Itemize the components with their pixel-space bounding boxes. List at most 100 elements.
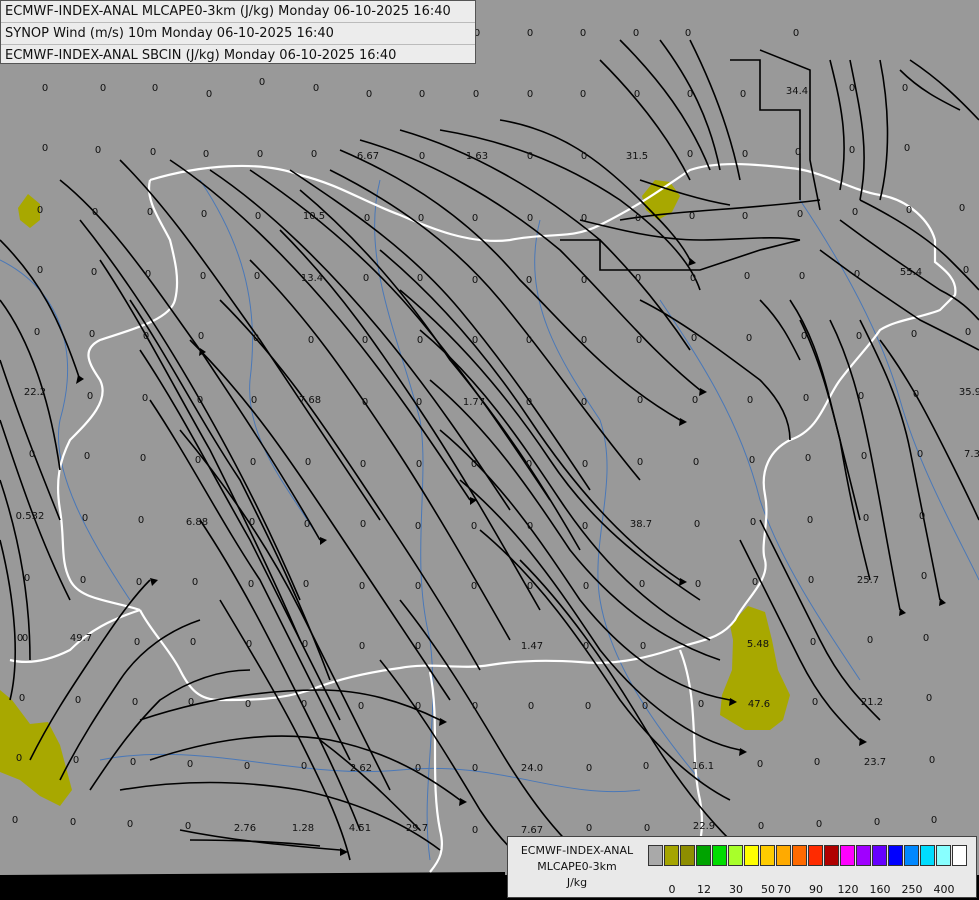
cape-value-label: 0 [471,459,477,470]
cape-value-label: 0 [580,89,586,100]
cape-value-label: 0 [100,83,106,94]
cape-value-label: 0 [856,331,862,342]
cape-value-label: 0 [206,89,212,100]
cape-value-label: 0 [635,273,641,284]
cape-value-label: 22.9 [693,821,715,832]
cape-value-label: 0 [583,641,589,652]
cape-value-label: 0 [473,89,479,100]
cape-value-label: 21.2 [861,697,883,708]
cape-value-label: 0 [188,697,194,708]
cape-value-label: 22.2 [24,387,46,398]
cape-value-label: 0 [527,151,533,162]
cape-value-label: 0 [639,579,645,590]
cape-value-label: 0 [586,823,592,834]
cape-value-label: 16.1 [692,761,714,772]
cape-value-label: 0 [416,459,422,470]
cape-value-label: 0 [143,331,149,342]
cape-value-label: 0 [301,699,307,710]
legend-tick-label: 120 [837,883,859,896]
cape-value-label: 4.51 [349,823,371,834]
cape-value-label: 0 [417,335,423,346]
cape-value-label: 0 [913,389,919,400]
cape-value-label: 0 [694,519,700,530]
legend-color-cell [696,845,711,866]
cape-value-label: 0 [244,761,250,772]
cape-value-label: 0 [471,521,477,532]
cape-value-label: 0 [255,211,261,222]
cape-value-label: 0 [799,271,805,282]
legend-tick-label: 30 [729,883,743,896]
cape-value-label: 0 [251,395,257,406]
cape-value-label: 0 [34,327,40,338]
cape-value-label: 0 [142,393,148,404]
cape-value-label: 0 [42,143,48,154]
cape-value-label: 0 [526,397,532,408]
legend-tick-label: 250 [901,883,923,896]
cape-value-label: 0 [253,333,259,344]
cape-value-label: 0 [689,211,695,222]
legend-color-cell [840,845,855,866]
cape-value-label: 0 [923,633,929,644]
cape-value-label: 0 [304,519,310,530]
cape-value-label: 0 [37,265,43,276]
cape-value-label: 0 [70,817,76,828]
cape-value-label: 0 [757,759,763,770]
cape-value-label: 0 [152,83,158,94]
cape-value-label: 0 [24,573,30,584]
cape-value-label: 0 [359,641,365,652]
legend-color-cell [776,845,791,866]
cape-value-label: 0 [80,575,86,586]
cape-value-label: 0 [583,581,589,592]
cape-value-label: 6.67 [357,151,379,162]
cape-value-label: 0 [917,449,923,460]
cape-value-label: 0 [185,821,191,832]
cape-value-label: 5.48 [747,639,769,650]
cape-value-label: 0 [582,459,588,470]
cape-value-label: 0 [858,391,864,402]
cape-value-label: 0 [929,755,935,766]
cape-value-label: 0 [695,579,701,590]
cape-value-label: 0 [580,28,586,39]
legend-color-cell [904,845,919,866]
cape-value-label: 0 [693,457,699,468]
cape-value-label: 0 [691,333,697,344]
cape-value-label: 7.68 [299,395,321,406]
cape-value-label: 0 [138,515,144,526]
cape-value-label: 0 [246,639,252,650]
cape-value-label: 29.7 [406,823,428,834]
cape-value-label: 0 [581,213,587,224]
cape-value-label: 0 [965,327,971,338]
cape-value-label: 0 [415,701,421,712]
cape-value-label: 0 [635,213,641,224]
cape-value-label: 0 [358,701,364,712]
cape-value-label: 0 [92,207,98,218]
legend-title: ECMWF-INDEX-ANAL MLCAPE0-3km J/kg [510,843,644,891]
cape-value-label: 0 [643,761,649,772]
cape-value-label: 0 [415,763,421,774]
cape-value-label: 0 [362,335,368,346]
cape-value-label: 0 [419,151,425,162]
cape-value-label: 0 [360,519,366,530]
cape-value-label: 0 [795,147,801,158]
cape-value-label: 0 [308,335,314,346]
cape-value-label: 0 [132,697,138,708]
cape-value-label: 0 [197,395,203,406]
cape-value-label: 13.4 [301,273,323,284]
weather-map: 0 0 0 0 0 0 0 0 0 0 0 0 0 0 0 0 0 34.4 0 0 0 0 0 0 0 0 6.67 0 1.63 0 0… [0,0,979,900]
cape-value-label: 0 [418,213,424,224]
header-line-cape: ECMWF-INDEX-ANAL MLCAPE0-3km (J/kg) Mond… [1,1,475,23]
cape-value-label: 0 [816,819,822,830]
cape-value-label: 0 [302,639,308,650]
cape-value-label: 0 [203,149,209,160]
cape-value-label: 0 [527,521,533,532]
cape-value-label: 0 [89,329,95,340]
cape-value-label: 0 [526,335,532,346]
cape-value-label: 0 [808,575,814,586]
header-line-cin: ECMWF-INDEX-ANAL SBCIN (J/kg) Monday 06-… [5,48,397,63]
cape-value-label: 0 [130,757,136,768]
cape-value-label: 0 [192,577,198,588]
cape-value-label: 0 [415,641,421,652]
cape-value-label: 0 [746,333,752,344]
cape-value-label: 0 [472,213,478,224]
legend-tick-label: 90 [809,883,823,896]
